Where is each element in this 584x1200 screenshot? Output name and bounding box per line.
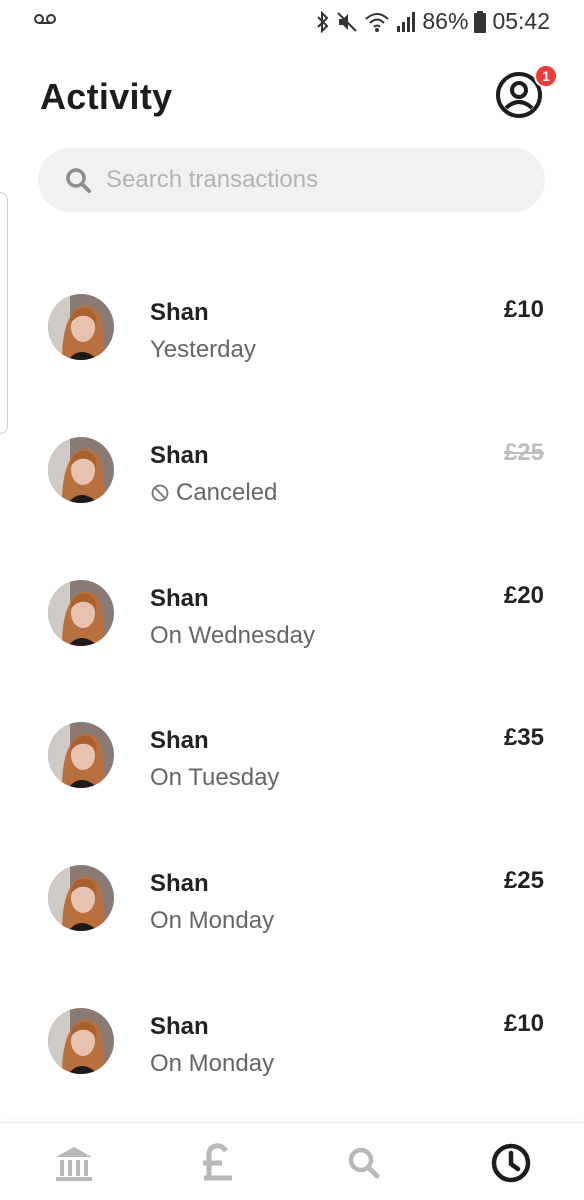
transaction-amount: £25 — [503, 438, 544, 466]
transaction-amount: £10 — [503, 296, 544, 323]
nav-search[interactable] — [340, 1139, 388, 1187]
search-input[interactable] — [106, 166, 506, 194]
transaction-date: On Monday — [150, 907, 275, 935]
transaction-amount: £20 — [503, 581, 544, 609]
avatar — [48, 579, 114, 646]
status-bar: 86% 05:42 — [0, 0, 584, 44]
bottom-nav — [0, 1122, 584, 1200]
transaction-date: Canceled — [176, 478, 278, 506]
profile-button[interactable]: 1 — [494, 64, 558, 120]
bank-icon — [56, 1147, 92, 1181]
pound-icon — [203, 1143, 232, 1181]
clock-icon — [491, 1143, 531, 1183]
transaction-name: Shan — [150, 727, 209, 755]
transaction-subtitle: Yesterday — [150, 336, 256, 364]
transaction-name: Shan — [150, 1012, 209, 1040]
transaction-subtitle: On Monday — [150, 907, 274, 935]
bluetooth-icon — [316, 10, 330, 33]
mute-icon — [336, 11, 358, 33]
transaction-name: Shan — [150, 870, 209, 898]
transaction-amount: £10 — [503, 1009, 544, 1037]
search-icon — [66, 168, 91, 193]
header: Activity 1 — [40, 64, 558, 122]
battery-percent: 86% — [422, 8, 469, 34]
transaction-date: On Tuesday — [150, 764, 280, 792]
avatar — [48, 722, 114, 789]
transaction-subtitle: On Wednesday — [150, 622, 315, 650]
transaction-subtitle: Canceled — [150, 479, 277, 507]
transaction-amount: £25 — [503, 867, 544, 895]
transaction-row[interactable]: Shan On Monday £10 — [0, 976, 584, 1119]
avatar — [48, 865, 114, 932]
nav-pay[interactable] — [194, 1139, 242, 1187]
transaction-row[interactable]: Shan On Wednesday £20 — [0, 548, 584, 691]
wifi-icon — [364, 11, 390, 33]
transaction-date: Yesterday — [150, 336, 256, 363]
avatar — [48, 436, 114, 503]
notification-badge: 1 — [534, 64, 558, 88]
avatar — [48, 1007, 114, 1074]
status-time: 05:42 — [492, 8, 550, 34]
nav-activity[interactable] — [487, 1139, 535, 1187]
canceled-icon — [151, 484, 169, 502]
transaction-row[interactable]: Shan Canceled £25 — [0, 405, 584, 548]
transaction-list: Shan Yesterday £10 Shan Canceled £25 Sha… — [0, 262, 584, 1119]
transaction-subtitle: On Tuesday — [150, 764, 279, 792]
transaction-date: On Wednesday — [150, 621, 315, 649]
transaction-name: Shan — [150, 299, 209, 326]
transaction-row[interactable]: Shan Yesterday £10 — [0, 262, 584, 405]
nav-banking[interactable] — [50, 1139, 98, 1187]
transaction-name: Shan — [150, 584, 209, 612]
page-title: Activity — [40, 76, 173, 117]
search-icon — [348, 1147, 380, 1179]
transaction-row[interactable]: Shan On Monday £25 — [0, 833, 584, 976]
search-bar[interactable] — [38, 148, 545, 212]
battery-icon — [474, 10, 487, 33]
signal-icon — [396, 11, 416, 32]
transaction-name: Shan — [150, 441, 209, 469]
transaction-amount: £35 — [503, 724, 544, 752]
transaction-subtitle: On Monday — [150, 1050, 274, 1078]
transaction-row[interactable]: Shan On Tuesday £35 — [0, 690, 584, 833]
transaction-date: On Monday — [150, 1049, 275, 1077]
avatar — [48, 294, 114, 360]
voicemail-icon — [34, 12, 56, 30]
